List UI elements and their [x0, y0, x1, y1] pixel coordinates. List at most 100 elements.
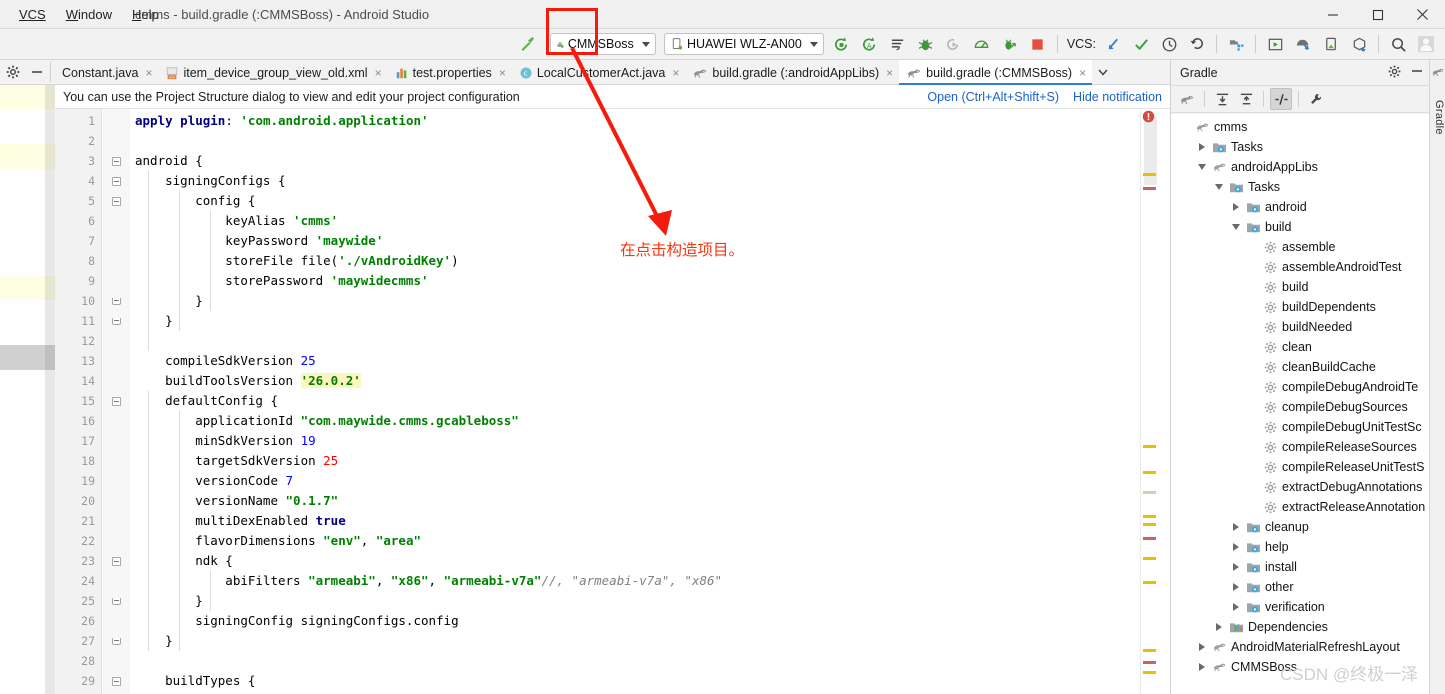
toggle-offline-mode-icon[interactable]: [1270, 88, 1292, 110]
attach-debugger-button[interactable]: [941, 31, 967, 57]
device-selector[interactable]: HUAWEI WLZ-AN00: [663, 33, 824, 55]
code-line[interactable]: buildTypes {: [135, 671, 255, 691]
code-line[interactable]: }: [135, 311, 173, 331]
stripe-marker[interactable]: [1143, 515, 1156, 518]
stripe-marker[interactable]: [1143, 661, 1156, 664]
hide-panel-icon[interactable]: [1411, 65, 1423, 80]
gradle-tree-item[interactable]: compileDebugSources: [1171, 397, 1430, 417]
stripe-marker[interactable]: [1143, 491, 1156, 494]
tab-build-gradle-androidapplibs[interactable]: build.gradle (:androidAppLibs) ×: [685, 60, 899, 85]
fold-toggle-icon[interactable]: [103, 671, 130, 691]
chevron-down-icon[interactable]: [1211, 177, 1227, 197]
profiler-button[interactable]: [969, 31, 995, 57]
refresh-gradle-icon[interactable]: [1176, 88, 1198, 110]
stripe-marker[interactable]: [1143, 671, 1156, 674]
gradle-tree-item[interactable]: other: [1171, 577, 1430, 597]
gradle-tree-item[interactable]: build: [1171, 217, 1430, 237]
tab-test-properties[interactable]: test.properties ×: [388, 60, 512, 85]
fold-toggle-icon[interactable]: [103, 291, 130, 311]
apply-changes-button[interactable]: A: [857, 31, 883, 57]
tab-constant-java[interactable]: Constant.java ×: [55, 60, 158, 85]
avd-manager-button[interactable]: [1262, 31, 1288, 57]
gradle-tree-item[interactable]: Dependencies: [1171, 617, 1430, 637]
attach-to-process-button[interactable]: [997, 31, 1023, 57]
code-line[interactable]: storeFile file('./vAndroidKey'): [135, 251, 458, 271]
tab-close-icon[interactable]: ×: [886, 66, 893, 80]
gradle-tree-item[interactable]: AndroidMaterialRefreshLayout: [1171, 637, 1430, 657]
gradle-task-tree[interactable]: cmms Tasks androidAppLibs Tasks android build…: [1171, 114, 1430, 694]
gradle-side-label[interactable]: Gradle: [1431, 100, 1445, 135]
gear-icon[interactable]: [0, 60, 26, 84]
notification-open-link[interactable]: Open (Ctrl+Alt+Shift+S): [927, 90, 1059, 104]
run-button[interactable]: [829, 31, 855, 57]
tab-close-icon[interactable]: ×: [1079, 66, 1086, 80]
tab-close-icon[interactable]: ×: [145, 66, 152, 80]
gradle-tree-item[interactable]: Tasks: [1171, 177, 1430, 197]
gradle-tree-item[interactable]: android: [1171, 197, 1430, 217]
code-line[interactable]: multiDexEnabled true: [135, 511, 346, 531]
stripe-marker[interactable]: [1143, 445, 1156, 448]
code-line[interactable]: }: [135, 631, 173, 651]
menu-vcs[interactable]: VCS: [10, 5, 55, 24]
gradle-tree-item[interactable]: clean: [1171, 337, 1430, 357]
code-line[interactable]: targetSdkVersion 25: [135, 451, 338, 471]
code-line[interactable]: }: [135, 291, 203, 311]
layout-inspector-button[interactable]: [1346, 31, 1372, 57]
stripe-marker[interactable]: [1143, 523, 1156, 526]
tab-item-device-group-view-old-xml[interactable]: <> item_device_group_view_old.xml ×: [158, 60, 387, 85]
chevron-down-icon[interactable]: [1228, 217, 1244, 237]
chevron-down-icon[interactable]: [1194, 157, 1210, 177]
stripe-marker[interactable]: [1143, 649, 1156, 652]
code-line[interactable]: [135, 651, 143, 671]
fold-toggle-icon[interactable]: [103, 631, 130, 651]
build-hammer-button[interactable]: [509, 31, 545, 57]
editor-scrollbar[interactable]: [1157, 109, 1170, 694]
stripe-marker[interactable]: [1143, 581, 1156, 584]
stripe-marker[interactable]: [1143, 173, 1156, 176]
gradle-tree-item[interactable]: compileDebugUnitTestSc: [1171, 417, 1430, 437]
update-project-button[interactable]: [1100, 31, 1126, 57]
code-line[interactable]: defaultConfig {: [135, 391, 278, 411]
gradle-tree-item[interactable]: cleanBuildCache: [1171, 357, 1430, 377]
stripe-marker[interactable]: [1143, 471, 1156, 474]
left-preview-strip[interactable]: [0, 85, 55, 694]
code-line[interactable]: compileSdkVersion 25: [135, 351, 316, 371]
code-line[interactable]: flavorDimensions "env", "area": [135, 531, 421, 551]
gradle-tree-item[interactable]: assemble: [1171, 237, 1430, 257]
gradle-tree-item[interactable]: buildNeeded: [1171, 317, 1430, 337]
tab-close-icon[interactable]: ×: [672, 66, 679, 80]
error-badge-icon[interactable]: [1140, 109, 1157, 124]
expand-all-icon[interactable]: [1211, 88, 1233, 110]
chevron-right-icon[interactable]: [1228, 537, 1244, 557]
chevron-right-icon[interactable]: [1211, 617, 1227, 637]
code-folding-column[interactable]: [103, 109, 130, 694]
run-anything-button[interactable]: [885, 31, 911, 57]
code-line[interactable]: apply plugin: 'com.android.application': [135, 111, 429, 131]
menu-window[interactable]: Window: [57, 5, 121, 24]
code-line[interactable]: [135, 331, 143, 351]
chevron-right-icon[interactable]: [1228, 557, 1244, 577]
chevron-right-icon[interactable]: [1228, 577, 1244, 597]
collapse-all-icon[interactable]: [1235, 88, 1257, 110]
code-line[interactable]: config {: [135, 191, 255, 211]
gradle-tree-item[interactable]: Tasks: [1171, 137, 1430, 157]
fold-toggle-icon[interactable]: [103, 591, 130, 611]
gradle-tree-item[interactable]: extractReleaseAnnotation: [1171, 497, 1430, 517]
tab-close-icon[interactable]: ×: [375, 66, 382, 80]
user-account-button[interactable]: [1413, 31, 1439, 57]
code-line[interactable]: keyPassword 'maywide': [135, 231, 383, 251]
run-configuration-selector[interactable]: CMMSBoss: [549, 33, 656, 55]
code-line[interactable]: signingConfigs {: [135, 171, 285, 191]
history-button[interactable]: [1156, 31, 1182, 57]
code-line[interactable]: applicationId "com.maywide.cmms.gcablebo…: [135, 411, 519, 431]
project-structure-button[interactable]: [1223, 31, 1249, 57]
chevron-right-icon[interactable]: [1194, 137, 1210, 157]
code-line[interactable]: keyAlias 'cmms': [135, 211, 338, 231]
debug-button[interactable]: [913, 31, 939, 57]
stripe-marker[interactable]: [1143, 537, 1156, 540]
gear-icon[interactable]: [1388, 65, 1401, 81]
fold-toggle-icon[interactable]: [103, 311, 130, 331]
gradle-tree-item[interactable]: cmms: [1171, 117, 1430, 137]
code-editor[interactable]: 1 2 3 4 5 6 7 8 9 10 11 12 13 14 15 16 17 18 19 20 21 22 23 24 2…: [55, 109, 1140, 694]
code-line[interactable]: android {: [135, 151, 203, 171]
